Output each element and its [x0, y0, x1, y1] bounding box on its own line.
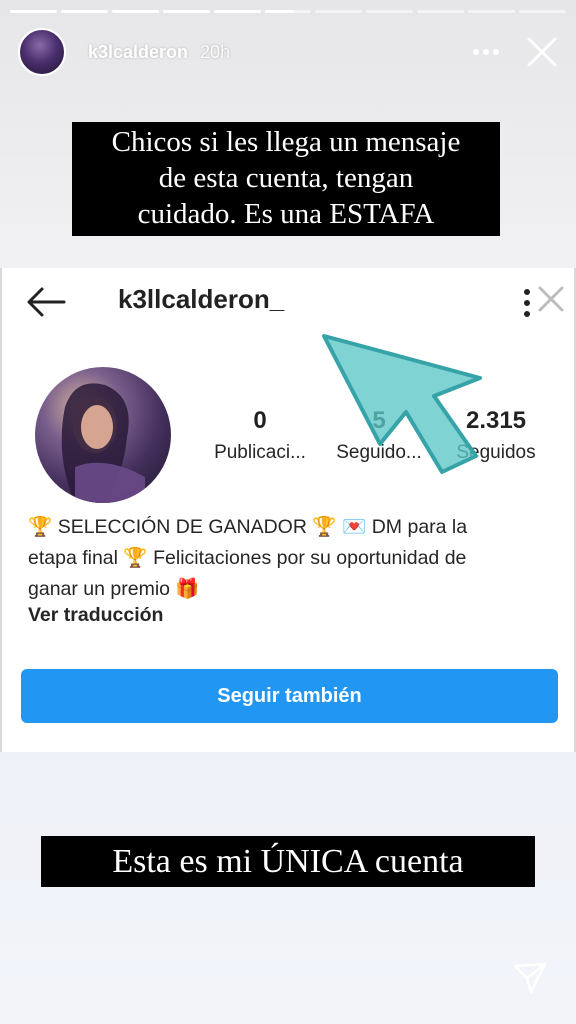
story-progress-bar	[10, 10, 566, 13]
progress-segment-current	[264, 10, 312, 13]
more-button[interactable]	[466, 32, 506, 72]
stat-posts[interactable]: 0 Publicaci...	[206, 406, 314, 466]
progress-segment	[10, 10, 57, 13]
bio-line: ganar un premio 🎁	[28, 578, 200, 600]
story-timestamp: 20h	[200, 41, 231, 62]
caption-line: de esta cuenta, tengan	[158, 162, 414, 194]
kebab-icon	[524, 289, 530, 317]
caption-line: cuidado. Es una ESTAFA	[137, 198, 435, 230]
avatar[interactable]	[18, 28, 66, 76]
story-username[interactable]: k3lcalderon	[88, 42, 188, 63]
follow-button[interactable]: Seguir también	[21, 669, 558, 723]
back-arrow-icon	[27, 287, 66, 317]
progress-segment	[468, 10, 516, 13]
more-icon	[473, 49, 499, 55]
progress-segment	[162, 10, 210, 13]
stat-value: 0	[253, 407, 267, 434]
progress-segment	[417, 10, 465, 13]
close-button[interactable]	[522, 32, 562, 72]
arrow-pointer-icon	[322, 334, 482, 474]
progress-segment	[60, 10, 108, 13]
see-translation-link[interactable]: Ver traducción	[28, 604, 163, 627]
progress-segment	[111, 10, 159, 13]
close-icon	[538, 286, 564, 312]
progress-segment	[315, 10, 363, 13]
send-icon[interactable]	[512, 960, 548, 996]
stat-label: Publicaci...	[214, 442, 306, 463]
caption-only-account: Esta es mi ÚNICA cuenta	[41, 836, 535, 887]
caption-warning: Chicos si les llega un mensaje de esta c…	[72, 122, 500, 236]
close-icon	[527, 37, 557, 67]
profile-username: k3llcalderon_	[118, 284, 285, 314]
profile-bio: 🏆 SELECCIÓN DE GANADOR 🏆 💌 DM para la et…	[28, 512, 558, 605]
profile-picture	[35, 367, 171, 503]
bio-line: 🏆 SELECCIÓN DE GANADOR 🏆 💌 DM para la	[28, 516, 468, 538]
caption-line: Chicos si les llega un mensaje	[111, 126, 461, 158]
story-header: k3lcalderon 20h	[18, 24, 562, 80]
bio-line: etapa final 🏆 Felicitaciones por su opor…	[28, 547, 467, 569]
progress-segment	[213, 10, 261, 13]
progress-segment	[366, 10, 414, 13]
profile-photo	[61, 383, 145, 503]
progress-segment	[519, 10, 566, 13]
